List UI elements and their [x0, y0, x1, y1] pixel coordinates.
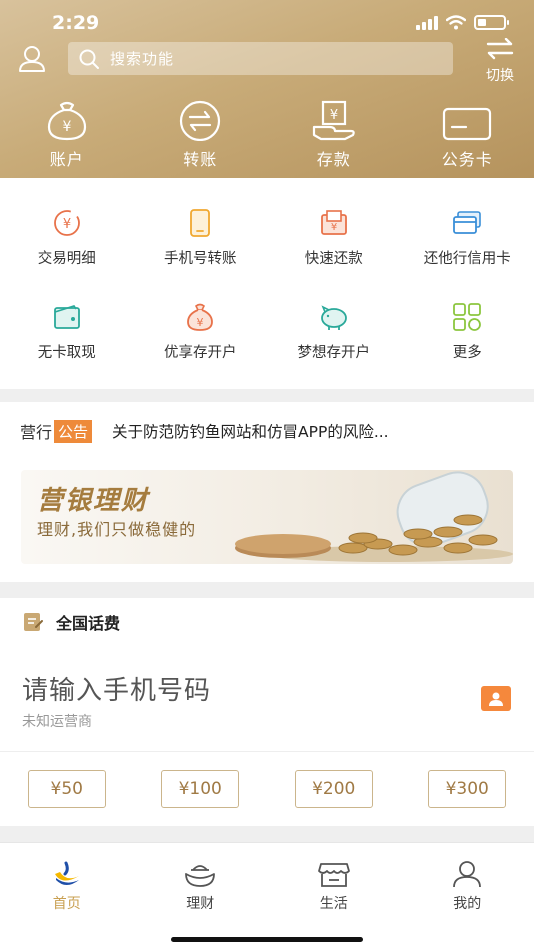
nav-account[interactable]: ¥ 账户 — [0, 95, 134, 170]
quick-item-label: 还他行信用卡 — [423, 251, 511, 267]
announcement-bar[interactable]: 营行 公告 关于防范防钓鱼网站和仿冒APP的风险... — [20, 418, 520, 444]
piggy-bank-icon — [320, 305, 347, 330]
savings-bag-icon: ¥ — [187, 303, 214, 331]
recharge-header: 全国话费 — [22, 610, 120, 634]
tab-wealth[interactable]: 理财 — [134, 859, 268, 913]
tab-life[interactable]: 生活 — [267, 859, 401, 913]
notice-card: 营行 公告 关于防范防钓鱼网站和仿冒APP的风险... 营银理财 理财,我们只做… — [0, 402, 534, 582]
bill-icon — [24, 613, 43, 631]
signal-icon — [416, 15, 438, 30]
home-indicator — [171, 937, 363, 942]
user-icon — [19, 46, 45, 72]
nav-account-label: 账户 — [49, 150, 84, 169]
quick-repay-icon: ¥ — [320, 210, 347, 235]
bottom-tab-bar: 首页 理财 生活 我的 — [0, 842, 534, 950]
switch-label: 切换 — [486, 68, 514, 84]
notice-tag-announcement: 公告 — [54, 419, 93, 443]
divider — [0, 751, 534, 752]
quick-item-label: 快速还款 — [304, 251, 363, 267]
quick-item-label: 优享存开户 — [164, 345, 237, 361]
phone-number-input[interactable]: 请输入手机号码 — [22, 670, 211, 707]
status-time: 2:29 — [52, 12, 100, 34]
wealth-icon — [185, 865, 216, 887]
tab-home[interactable]: 首页 — [0, 859, 134, 913]
money-bag-icon: ¥ — [47, 101, 86, 141]
quick-item-label: 手机号转账 — [164, 251, 237, 267]
switch-button[interactable]: 切换 — [478, 37, 522, 85]
contact-book-icon — [489, 692, 503, 706]
svg-text:¥: ¥ — [62, 119, 71, 135]
deposit-icon: ¥ — [312, 100, 355, 141]
swap-arrows-icon — [486, 37, 514, 60]
tab-wealth-label: 理财 — [186, 896, 215, 912]
store-icon — [317, 863, 350, 887]
cardless-withdraw-icon — [53, 305, 80, 329]
quick-item-label: 无卡取现 — [37, 345, 96, 361]
tab-mine[interactable]: 我的 — [401, 859, 534, 913]
tab-home-label: 首页 — [52, 896, 81, 912]
quick-item-preferred-savings[interactable]: ¥ 优享存开户 — [134, 302, 268, 362]
quick-services: ¥ 交易明细 手机号转账 ¥ 快速还款 还他行信用卡 无卡取现 ¥ 优享存开户 … — [0, 178, 534, 389]
transaction-detail-icon: ¥ — [53, 210, 80, 236]
quick-item-cardless-withdraw[interactable]: 无卡取现 — [0, 302, 134, 362]
quick-item-more[interactable]: 更多 — [401, 302, 534, 362]
nav-official-card-label: 公务卡 — [441, 150, 493, 169]
contacts-button[interactable] — [481, 686, 511, 711]
notice-text: 关于防范防钓鱼网站和仿冒APP的风险... — [112, 423, 389, 441]
home-logo-icon — [54, 861, 79, 885]
nav-deposit[interactable]: ¥ 存款 — [267, 95, 401, 170]
amount-option-300[interactable]: ¥300 — [428, 770, 507, 808]
amount-option-50[interactable]: ¥50 — [27, 770, 106, 808]
status-icons — [416, 15, 509, 30]
svg-text:¥: ¥ — [330, 108, 338, 123]
search-placeholder: 搜索功能 — [110, 50, 175, 68]
svg-text:¥: ¥ — [63, 217, 71, 232]
user-profile-button[interactable] — [16, 44, 48, 74]
battery-icon — [474, 15, 509, 30]
phone-transfer-icon — [190, 209, 211, 237]
quick-item-transaction-detail[interactable]: ¥ 交易明细 — [0, 208, 134, 268]
nav-deposit-label: 存款 — [316, 150, 351, 169]
quick-item-label: 更多 — [452, 345, 482, 361]
quick-item-credit-card-repay[interactable]: 还他行信用卡 — [401, 208, 534, 268]
credit-card-repay-icon — [453, 211, 482, 234]
top-nav: ¥ 账户 转账 ¥ 存款 公务卡 — [0, 95, 534, 170]
banner-title: 营银理财 — [37, 486, 150, 516]
amount-option-200[interactable]: ¥200 — [294, 770, 373, 808]
carrier-label: 未知运营商 — [22, 714, 92, 730]
svg-text:¥: ¥ — [331, 222, 337, 233]
recharge-title: 全国话费 — [56, 614, 121, 633]
svg-text:¥: ¥ — [197, 316, 204, 329]
quick-item-quick-repay[interactable]: ¥ 快速还款 — [267, 208, 401, 268]
promo-banner[interactable]: 营银理财 理财,我们只做稳健的 — [21, 470, 513, 564]
banner-subtitle: 理财,我们只做稳健的 — [37, 520, 197, 539]
header: 2:29 搜索功能 切换 ¥ 账户 转账 ¥ 存款 公务卡 — [0, 0, 534, 178]
transfer-icon — [180, 100, 221, 141]
card-icon — [443, 107, 492, 141]
quick-item-phone-transfer[interactable]: 手机号转账 — [134, 208, 268, 268]
tab-mine-label: 我的 — [453, 896, 482, 912]
wifi-icon — [446, 15, 466, 30]
nav-transfer-label: 转账 — [183, 150, 218, 169]
amount-option-100[interactable]: ¥100 — [161, 770, 240, 808]
nav-official-card[interactable]: 公务卡 — [401, 95, 534, 170]
more-grid-icon — [453, 303, 482, 331]
search-icon — [79, 49, 99, 69]
amount-options: ¥50 ¥100 ¥200 ¥300 — [0, 770, 534, 808]
coins-jar-illustration — [235, 471, 513, 562]
quick-item-label: 交易明细 — [37, 251, 96, 267]
profile-icon — [453, 861, 482, 888]
phone-recharge-card: 全国话费 请输入手机号码 未知运营商 ¥50 ¥100 ¥200 ¥300 — [0, 598, 534, 826]
tab-life-label: 生活 — [319, 896, 348, 912]
notice-tag-bank: 营行 — [20, 423, 53, 442]
quick-item-label: 梦想存开户 — [297, 345, 371, 361]
search-input[interactable]: 搜索功能 — [68, 42, 453, 75]
status-bar: 2:29 — [0, 0, 534, 44]
quick-item-dream-savings[interactable]: 梦想存开户 — [267, 302, 401, 362]
nav-transfer[interactable]: 转账 — [134, 95, 268, 170]
